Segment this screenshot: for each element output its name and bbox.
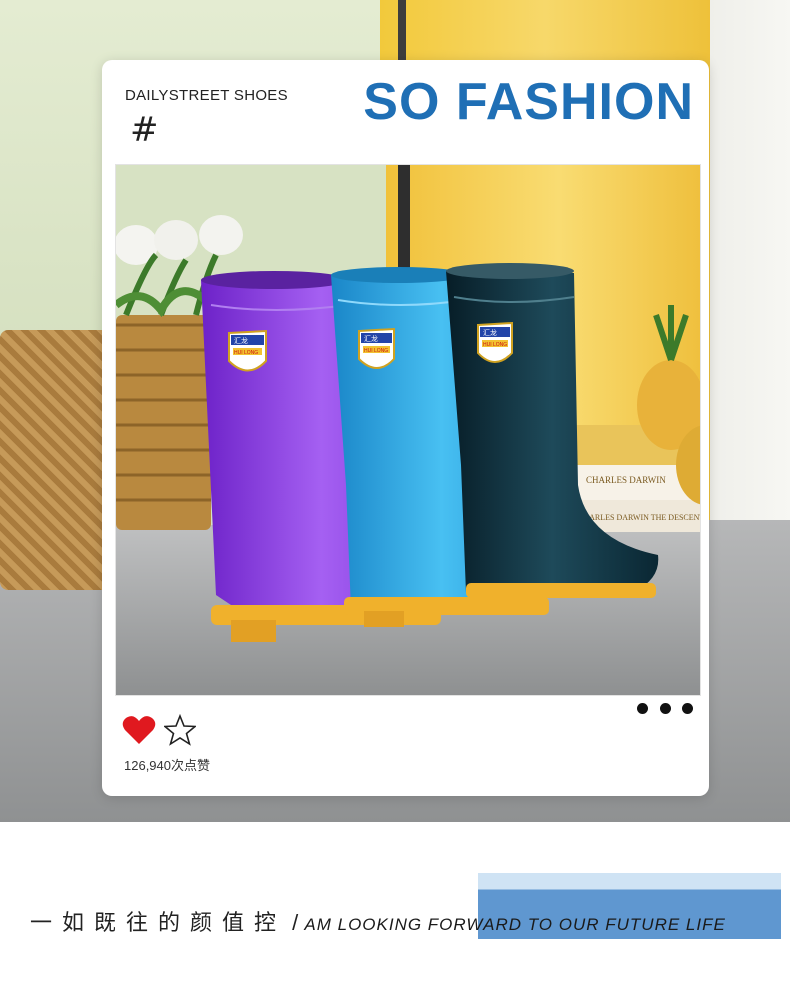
svg-text:汇龙: 汇龙 — [483, 328, 497, 337]
boot-badge-blue: 汇龙 HUI LONG — [358, 327, 395, 369]
hash-symbol: # — [130, 110, 159, 150]
footer-slogan: 一如既往的颜值控 / AM LOOKING FORWARD TO OUR FUT… — [30, 905, 726, 937]
dot — [637, 702, 648, 714]
svg-text:汇龙: 汇龙 — [364, 334, 378, 343]
svg-text:汇龙: 汇龙 — [234, 336, 248, 345]
dot — [659, 702, 671, 714]
footer-separator: / — [292, 910, 299, 935]
reaction-icons — [122, 713, 198, 751]
svg-text:HUI LONG: HUI LONG — [364, 348, 388, 354]
svg-text:CHARLES DARWIN THE DESCENT OF: CHARLES DARWIN THE DESCENT OF MAN — [578, 513, 700, 522]
product-photo: CHARLES DARWIN CHARLES DARWIN THE DESCEN… — [115, 164, 701, 696]
footer-chinese: 一如既往的颜值控 — [30, 911, 287, 936]
headline: SO FASHION — [363, 73, 694, 131]
white-curtain — [710, 0, 790, 520]
boot-badge-dark: 汇龙 HUI LONG — [477, 321, 513, 363]
heart-icon[interactable] — [122, 715, 156, 750]
svg-text:CHARLES DARWIN: CHARLES DARWIN — [586, 475, 666, 485]
wicker-basket — [0, 330, 110, 590]
tagline: DAILYSTREET SHOES — [125, 87, 288, 104]
like-count: 126,940次点赞 — [124, 758, 210, 773]
more-dots-icon[interactable] — [637, 700, 693, 716]
boot-badge-purple: 汇龙 HUI LONG — [228, 329, 267, 372]
svg-text:HUI LONG: HUI LONG — [483, 342, 507, 348]
svg-text:HUI LONG: HUI LONG — [234, 350, 258, 356]
star-icon[interactable] — [162, 713, 198, 751]
footer-english: AM LOOKING FORWARD TO OUR FUTURE LIFE — [304, 915, 726, 934]
post-card: DAILYSTREET SHOES # SO FASHION CHARLES D… — [102, 60, 709, 796]
dot — [682, 702, 693, 714]
